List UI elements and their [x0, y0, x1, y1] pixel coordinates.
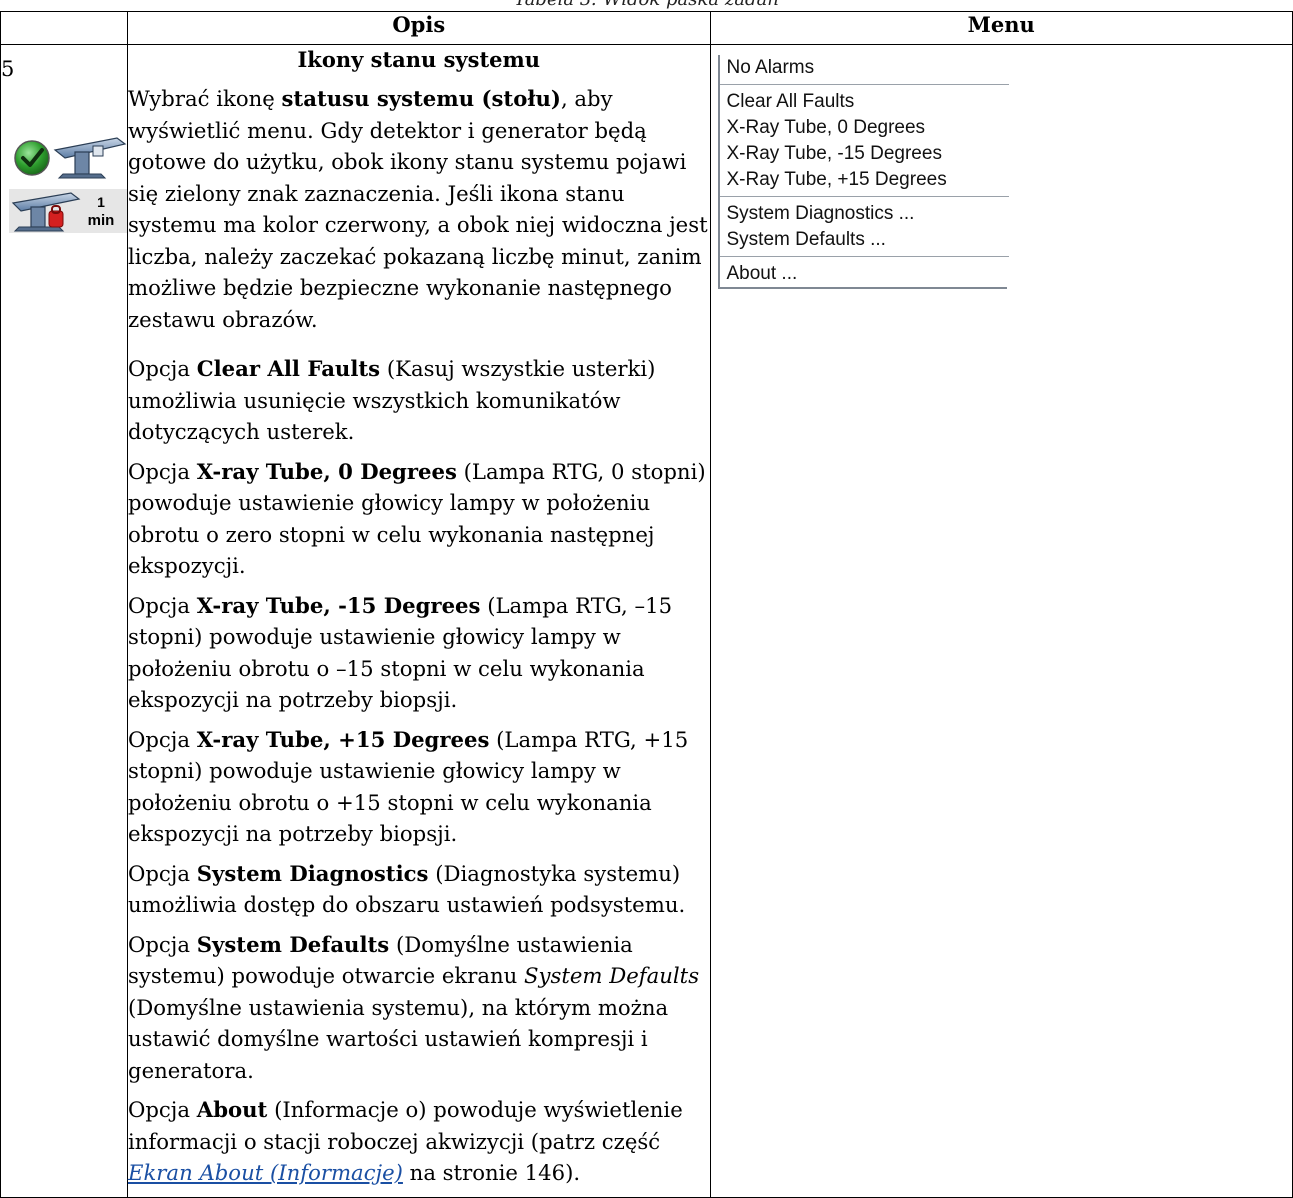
description-paragraph: Opcja X-ray Tube, 0 Degrees (Lampa RTG, … — [128, 456, 710, 582]
menu-separator — [719, 196, 1009, 198]
menu-separator — [719, 84, 1009, 86]
row-number: 5 — [1, 57, 15, 81]
header-menu: Menu — [709, 11, 1293, 45]
menu-bottom-edge — [717, 287, 1007, 289]
wait-minutes-value: 1 — [97, 194, 105, 210]
table-row: 5 1 min Ikony stanu systemu Wybrać ikonę… — [0, 44, 1293, 1198]
green-check-icon — [14, 140, 50, 176]
description-paragraph: Opcja System Defaults (Domyślne ustawien… — [128, 929, 710, 1087]
row-number-cell: 5 1 min — [0, 44, 128, 1198]
wait-minutes-unit: min — [88, 212, 115, 229]
table-header-row: Opis Menu — [0, 11, 1293, 45]
bold-term: X-ray Tube, 0 Degrees — [196, 458, 457, 484]
description-paragraph: Opcja X-ray Tube, +15 Degrees (Lampa RTG… — [128, 724, 710, 850]
menu-item-x-ray-tube-0-degrees[interactable]: X-Ray Tube, 0 Degrees — [720, 115, 1009, 141]
menu-item-no-alarms[interactable]: No Alarms — [720, 55, 1009, 81]
italic-term: System Defaults — [524, 963, 700, 988]
menu-item-about[interactable]: About ... — [720, 261, 1009, 287]
menu-item-system-diagnostics[interactable]: System Diagnostics ... — [720, 201, 1009, 227]
system-status-table: Opis Menu 5 1 min Ikony stanu systemu Wy… — [0, 11, 1293, 1198]
bold-term: System Defaults — [196, 931, 390, 957]
header-empty — [0, 11, 128, 45]
bold-term: About — [196, 1097, 268, 1122]
description-paragraph: Wybrać ikonę statusu systemu (stołu), ab… — [128, 83, 710, 335]
text-run: Opcja — [128, 726, 197, 752]
text-run: Opcja — [128, 1097, 197, 1122]
menu-item-x-ray-tube-15-degrees[interactable]: X-Ray Tube, -15 Degrees — [720, 141, 1009, 167]
menu-separator — [719, 256, 1009, 258]
text-run: na stronie 146). — [402, 1160, 581, 1185]
description-paragraphs: Wybrać ikonę statusu systemu (stołu), ab… — [128, 83, 710, 1189]
text-run: Opcja — [128, 592, 197, 618]
text-run: , aby wyświetlić menu. Gdy detektor i ge… — [128, 86, 708, 332]
menu-cell: No Alarms Clear All Faults X-Ray Tube, 0 D… — [709, 44, 1293, 1198]
system-status-ready-icon[interactable] — [9, 132, 127, 182]
system-status-wait-icon[interactable]: 1 min — [9, 189, 127, 233]
bold-term: statusu systemu (stołu) — [281, 86, 561, 111]
menu-item-x-ray-tube-15-degrees[interactable]: X-Ray Tube, +15 Degrees — [720, 167, 1009, 193]
description-cell: Ikony stanu systemu Wybrać ikonę statusu… — [127, 44, 711, 1198]
text-run: (Domyślne ustawienia systemu), na którym… — [128, 994, 669, 1083]
table-icon — [53, 137, 127, 179]
description-paragraph: Opcja About (Informacje o) powoduje wyśw… — [128, 1094, 710, 1189]
text-run: Opcja — [128, 860, 197, 886]
description-paragraph: Opcja X-ray Tube, -15 Degrees (Lampa RTG… — [128, 590, 710, 716]
section-title: Ikony stanu systemu — [297, 47, 541, 72]
menu-item-system-defaults[interactable]: System Defaults ... — [720, 227, 1009, 253]
text-run: Opcja — [128, 356, 197, 381]
bold-term: X-ray Tube, +15 Degrees — [196, 726, 490, 752]
text-run: Opcja — [128, 458, 197, 484]
bold-term: X-ray Tube, -15 Degrees — [196, 592, 481, 618]
menu-item-clear-all-faults[interactable]: Clear All Faults — [720, 89, 1009, 115]
description-paragraph: Opcja Clear All Faults (Kasuj wszystkie … — [128, 353, 710, 448]
header-opis: Opis — [127, 11, 711, 45]
about-screen-link[interactable]: Ekran About (Informacje) — [128, 1160, 403, 1185]
bold-term: Clear All Faults — [196, 356, 381, 381]
system-status-menu: No Alarms Clear All Faults X-Ray Tube, 0 D… — [717, 55, 1009, 287]
description-paragraph: Opcja System Diagnostics (Diagnostyka sy… — [128, 858, 710, 921]
text-run: Wybrać ikonę — [128, 86, 282, 111]
text-run: Opcja — [128, 931, 197, 957]
bold-term: System Diagnostics — [196, 860, 429, 886]
